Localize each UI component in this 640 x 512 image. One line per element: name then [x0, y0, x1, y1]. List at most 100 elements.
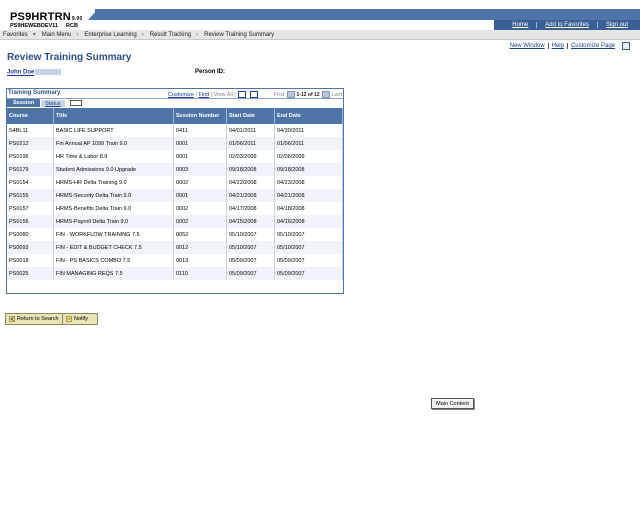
end-date-cell: 09/18/2008: [274, 163, 343, 176]
customize-link[interactable]: Customize: [168, 92, 194, 98]
start-date-cell: 04/15/2008: [226, 215, 275, 228]
redacted-text: [35, 69, 62, 75]
column-header-course[interactable]: Course: [7, 108, 54, 124]
table-row[interactable]: PS0018 FIN - PS BASICS COMBO 7.5 0013 05/09…: [7, 254, 343, 267]
help-link[interactable]: Help: [547, 43, 567, 49]
return-to-search-button[interactable]: Return to Search: [5, 313, 67, 325]
table-row[interactable]: PS0212 Fin Annual AP 1099 Train 9.0 0001 01…: [7, 137, 343, 150]
notify-button[interactable]: Notify: [62, 313, 98, 325]
table-row[interactable]: PS0093 FIN - EDIT & BUDGET CHECK 7.5 0012 0…: [7, 241, 343, 254]
tab-session[interactable]: Session: [7, 99, 41, 107]
session-number-cell: 0411: [173, 124, 227, 137]
course-cell: PS0155: [7, 189, 54, 202]
page-options-icon[interactable]: [622, 42, 630, 50]
course-cell: PS0179: [7, 163, 54, 176]
home-link[interactable]: Home: [504, 22, 536, 28]
nav-main-menu[interactable]: Main Menu: [39, 32, 72, 38]
first-link[interactable]: First: [274, 92, 285, 98]
session-number-cell: 0002: [173, 176, 227, 189]
start-date-cell: 05/09/2007: [226, 267, 275, 280]
nav-review-training-summary[interactable]: Review Training Summary: [201, 32, 274, 38]
chevron-right-icon: ›: [141, 31, 144, 38]
column-header-title[interactable]: Title: [53, 108, 174, 124]
course-cell: PS0154: [7, 176, 54, 189]
start-date-cell: 01/06/2011: [226, 137, 275, 150]
course-cell: S4BL11: [7, 124, 54, 137]
session-number-cell: 0001: [173, 137, 227, 150]
last-link[interactable]: Last: [332, 92, 342, 98]
table-row[interactable]: S4BL11 BASIC LIFE SUPPORT 0411 04/01/2011 04…: [7, 124, 343, 137]
title-cell: BASIC LIFE SUPPORT: [53, 124, 174, 137]
return-to-search-label: Return to Search: [17, 316, 59, 322]
new-window-link[interactable]: New Window: [507, 43, 548, 49]
grid-tabs: Session Status: [7, 99, 343, 107]
title-cell: FIN - EDIT & BUDGET CHECK 7.5: [53, 241, 174, 254]
header-links: Home Add to Favorites Sign out: [494, 20, 640, 30]
return-icon: [9, 316, 15, 322]
title-cell: HR Time & Labor 8.9: [53, 150, 174, 163]
customize-page-link[interactable]: Customize Page: [566, 43, 618, 49]
page-toolbar-links: New Window Help Customize Page: [507, 42, 630, 50]
title-cell: FIN - PS BASICS COMBO 7.5: [53, 254, 174, 267]
zoom-icon[interactable]: [249, 91, 258, 98]
start-date-cell: 02/03/2009: [226, 150, 275, 163]
table-row[interactable]: PS0196 HR Time & Labor 8.9 0001 02/03/2009 0…: [7, 150, 343, 163]
session-number-cell: 0012: [173, 241, 227, 254]
row-range: 1-12 of 12: [296, 91, 320, 98]
table-row[interactable]: PS0154 HRMS-HR Delta Training 9.0 0002 04/2…: [7, 176, 343, 189]
session-number-cell: 0013: [173, 254, 227, 267]
start-date-cell: 05/10/2007: [226, 241, 275, 254]
header-band: [95, 9, 640, 20]
person-name-link[interactable]: John Doe: [7, 70, 34, 76]
title-cell: HRMS-Security Delta Train 9.0: [53, 189, 174, 202]
previous-arrow-icon[interactable]: [286, 91, 295, 98]
title-cell: HRMS-Payroll Delta Train 9.0: [53, 215, 174, 228]
person-id-label: Person ID:: [195, 69, 226, 75]
end-date-cell: 02/06/2009: [274, 150, 343, 163]
course-cell: PS0080: [7, 228, 54, 241]
sign-out-link[interactable]: Sign out: [596, 22, 636, 28]
end-date-cell: 04/21/2008: [274, 189, 343, 202]
title-cell: Fin Annual AP 1099 Train 9.0: [53, 137, 174, 150]
session-number-cell: 0002: [173, 215, 227, 228]
table-row[interactable]: PS0179 Student Admissions 9.0 Upgrade 0003…: [7, 163, 343, 176]
course-cell: PS0093: [7, 241, 54, 254]
add-to-favorites-link[interactable]: Add to Favorites: [536, 22, 597, 28]
table-row[interactable]: PS0156 HRMS-Payroll Delta Train 9.0 0002 04…: [7, 215, 343, 228]
find-link[interactable]: Find: [198, 92, 209, 98]
download-icon[interactable]: [237, 91, 246, 98]
column-header-end-date[interactable]: End Date: [274, 108, 343, 124]
view-all-link[interactable]: View All: [214, 92, 233, 98]
end-date-cell: 05/09/2007: [274, 254, 343, 267]
notify-label: Notify: [74, 316, 89, 322]
session-number-cell: 0001: [173, 150, 227, 163]
end-date-cell: 05/10/2007: [274, 228, 343, 241]
training-table: Course Title Session Number Start Date E…: [7, 108, 343, 280]
column-header-session-number[interactable]: Session Number: [173, 108, 227, 124]
next-arrow-icon[interactable]: [321, 91, 330, 98]
start-date-cell: 09/18/2008: [226, 163, 275, 176]
session-number-cell: 0110: [173, 267, 227, 280]
chevron-right-icon: ›: [76, 31, 79, 38]
column-header-start-date[interactable]: Start Date: [226, 108, 275, 124]
app-logo: PS9HRTRN9.00: [10, 11, 83, 23]
session-number-cell: 0002: [173, 202, 227, 215]
nav-enterprise-learning[interactable]: Enterprise Learning: [81, 32, 136, 38]
grid-toolbar: Training Summary Customize | Find | View…: [7, 89, 343, 99]
table-row[interactable]: PS0025 FIN MANAGING REQS 7.5 0110 05/09/200…: [7, 267, 343, 280]
show-all-columns-icon[interactable]: [69, 100, 82, 106]
end-date-cell: 01/06/2011: [274, 137, 343, 150]
tab-status[interactable]: Status: [41, 100, 65, 107]
session-number-cell: 0001: [173, 189, 227, 202]
table-row[interactable]: PS0157 HRMS-Benefits Delta Train 9.0 0002 0…: [7, 202, 343, 215]
title-cell: Student Admissions 9.0 Upgrade: [53, 163, 174, 176]
table-row[interactable]: PS0155 HRMS-Security Delta Train 9.0 0001 0…: [7, 189, 343, 202]
nav-favorites[interactable]: Favorites: [0, 32, 28, 38]
notify-icon: [66, 316, 72, 322]
nav-result-tracking[interactable]: Result Tracking: [147, 32, 191, 38]
title-cell: FIN - WORKFLOW TRAINING 7.5: [53, 228, 174, 241]
table-header-row: Course Title Session Number Start Date E…: [7, 108, 343, 124]
start-date-cell: 04/21/2008: [226, 189, 275, 202]
start-date-cell: 04/17/2008: [226, 202, 275, 215]
table-row[interactable]: PS0080 FIN - WORKFLOW TRAINING 7.5 0052 05/…: [7, 228, 343, 241]
